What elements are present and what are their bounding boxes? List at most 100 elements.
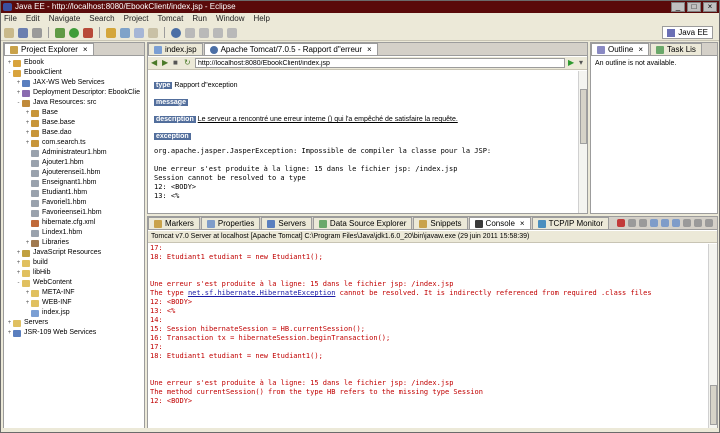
tree-item[interactable]: + JSR-109 Web Services xyxy=(4,328,144,338)
tab-servers[interactable]: Servers xyxy=(261,217,312,229)
forward-icon[interactable] xyxy=(227,27,237,38)
tree-item[interactable]: Ajouter1.hbm xyxy=(4,158,144,168)
tree-item[interactable]: + Base.dao xyxy=(4,128,144,138)
tab-snippets[interactable]: Snippets xyxy=(413,217,468,229)
tree-item[interactable]: + Base xyxy=(4,108,144,118)
menu-project[interactable]: Project xyxy=(124,13,149,25)
pin-console-icon[interactable] xyxy=(672,219,680,227)
expand-icon[interactable]: + xyxy=(6,328,13,338)
next-annotation-icon[interactable] xyxy=(199,27,209,38)
url-input[interactable] xyxy=(195,58,565,68)
expand-icon[interactable]: + xyxy=(15,248,22,258)
tree-item[interactable]: + build xyxy=(4,258,144,268)
open-type-icon[interactable] xyxy=(134,27,144,38)
scrollbar-thumb[interactable] xyxy=(580,89,587,144)
menu-file[interactable]: File xyxy=(4,13,17,25)
tree-item[interactable]: + Ebook xyxy=(4,58,144,68)
prev-annotation-icon[interactable] xyxy=(185,27,195,38)
expand-icon[interactable]: + xyxy=(24,138,31,148)
scroll-lock-icon[interactable] xyxy=(650,219,658,227)
menu-tomcat[interactable]: Tomcat xyxy=(158,13,184,25)
refresh-icon[interactable]: ↻ xyxy=(184,59,192,67)
tab-index-jsp[interactable]: index.jsp xyxy=(148,43,203,55)
close-icon[interactable]: × xyxy=(83,44,88,55)
tree-item[interactable]: - EbookClient xyxy=(4,68,144,78)
show-console-icon[interactable] xyxy=(661,219,669,227)
expand-icon[interactable]: + xyxy=(24,298,31,308)
menu-search[interactable]: Search xyxy=(89,13,114,25)
forward-arrow-icon[interactable]: ▶ xyxy=(162,59,170,67)
tree-item[interactable]: + Libraries xyxy=(4,238,144,248)
close-icon[interactable]: × xyxy=(638,44,643,55)
menu-edit[interactable]: Edit xyxy=(26,13,40,25)
menu-help[interactable]: Help xyxy=(253,13,269,25)
scrollbar-thumb[interactable] xyxy=(710,385,717,425)
console-hyperlink[interactable]: net.sf.hibernate.HibernateException xyxy=(188,289,336,297)
expand-icon[interactable]: + xyxy=(24,288,31,298)
browser-menu-icon[interactable]: ▾ xyxy=(579,59,587,67)
tree-item[interactable]: Administrateur1.hbm xyxy=(4,148,144,158)
expand-icon[interactable]: + xyxy=(6,318,13,328)
stop-icon[interactable]: ■ xyxy=(173,59,181,67)
new-server-icon[interactable] xyxy=(106,27,116,38)
tab-browser[interactable]: Apache Tomcat/7.0.5 - Rapport d"erreur × xyxy=(203,43,378,55)
tab-properties[interactable]: Properties xyxy=(200,217,261,229)
tree-item[interactable]: Ajouterensei1.hbm xyxy=(4,168,144,178)
tree-item[interactable]: Enseignant1.hbm xyxy=(4,178,144,188)
collapse-icon[interactable]: - xyxy=(15,278,22,288)
save-icon[interactable] xyxy=(18,27,28,38)
collapse-icon[interactable]: - xyxy=(6,68,13,78)
external-tools-icon[interactable] xyxy=(83,27,93,38)
maximize-view-icon[interactable] xyxy=(705,219,713,227)
expand-icon[interactable]: + xyxy=(24,118,31,128)
tab-markers[interactable]: Markers xyxy=(148,217,200,229)
editor-vertical-scrollbar[interactable] xyxy=(578,71,587,213)
remove-launch-icon[interactable] xyxy=(628,219,636,227)
menu-navigate[interactable]: Navigate xyxy=(49,13,81,25)
maximize-button[interactable]: □ xyxy=(687,2,701,12)
expand-icon[interactable]: + xyxy=(15,268,22,278)
perspective-switcher[interactable]: Java EE xyxy=(662,26,713,39)
web-browser-icon[interactable] xyxy=(171,27,181,38)
new-java-class-icon[interactable] xyxy=(120,27,130,38)
tab-tcp-ip-monitor[interactable]: TCP/IP Monitor xyxy=(531,217,610,229)
tree-item[interactable]: Lindex1.hbm xyxy=(4,228,144,238)
tree-item[interactable]: + libHib xyxy=(4,268,144,278)
tree-item[interactable]: + com.search.ts xyxy=(4,138,144,148)
console-output[interactable]: 17: 18: Etudiant1 etudiant = new Etudiant… xyxy=(148,244,707,427)
expand-icon[interactable]: + xyxy=(24,128,31,138)
new-icon[interactable] xyxy=(4,27,14,38)
expand-icon[interactable]: + xyxy=(24,238,31,248)
expand-icon[interactable]: + xyxy=(15,88,22,98)
expand-icon[interactable]: + xyxy=(24,108,31,118)
tree-item[interactable]: - WebContent xyxy=(4,278,144,288)
tree-item[interactable]: Favoriel1.hbm xyxy=(4,198,144,208)
search-icon[interactable] xyxy=(148,27,158,38)
close-icon[interactable]: × xyxy=(520,218,525,229)
close-button[interactable]: × xyxy=(703,2,717,12)
tree-item[interactable]: Favorieensei1.hbm xyxy=(4,208,144,218)
back-icon[interactable] xyxy=(213,27,223,38)
print-icon[interactable] xyxy=(32,27,42,38)
collapse-icon[interactable]: - xyxy=(15,98,22,108)
tree-item[interactable]: + JavaScript Resources xyxy=(4,248,144,258)
back-arrow-icon[interactable]: ◀ xyxy=(151,59,159,67)
minimize-button[interactable]: _ xyxy=(671,2,685,12)
clear-console-icon[interactable] xyxy=(639,219,647,227)
tree-item[interactable]: index.jsp xyxy=(4,308,144,318)
tree-item[interactable]: + Servers xyxy=(4,318,144,328)
tab-project-explorer[interactable]: Project Explorer × xyxy=(4,43,94,55)
tab-task-list[interactable]: Task Lis xyxy=(650,43,702,55)
expand-icon[interactable]: + xyxy=(6,58,13,68)
tree-item[interactable]: + WEB-INF xyxy=(4,298,144,308)
go-icon[interactable]: ▶ xyxy=(568,59,576,67)
tree-item[interactable]: + Base.base xyxy=(4,118,144,128)
tree-item[interactable]: Etudiant1.hbm xyxy=(4,188,144,198)
tree-item[interactable]: - Java Resources: src xyxy=(4,98,144,108)
tab-data-source-explorer[interactable]: Data Source Explorer xyxy=(312,217,413,229)
menu-window[interactable]: Window xyxy=(216,13,244,25)
console-vertical-scrollbar[interactable] xyxy=(708,244,717,429)
tree-item[interactable]: + Deployment Descriptor: EbookClie xyxy=(4,88,144,98)
debug-icon[interactable] xyxy=(55,27,65,38)
close-icon[interactable]: × xyxy=(367,44,372,55)
